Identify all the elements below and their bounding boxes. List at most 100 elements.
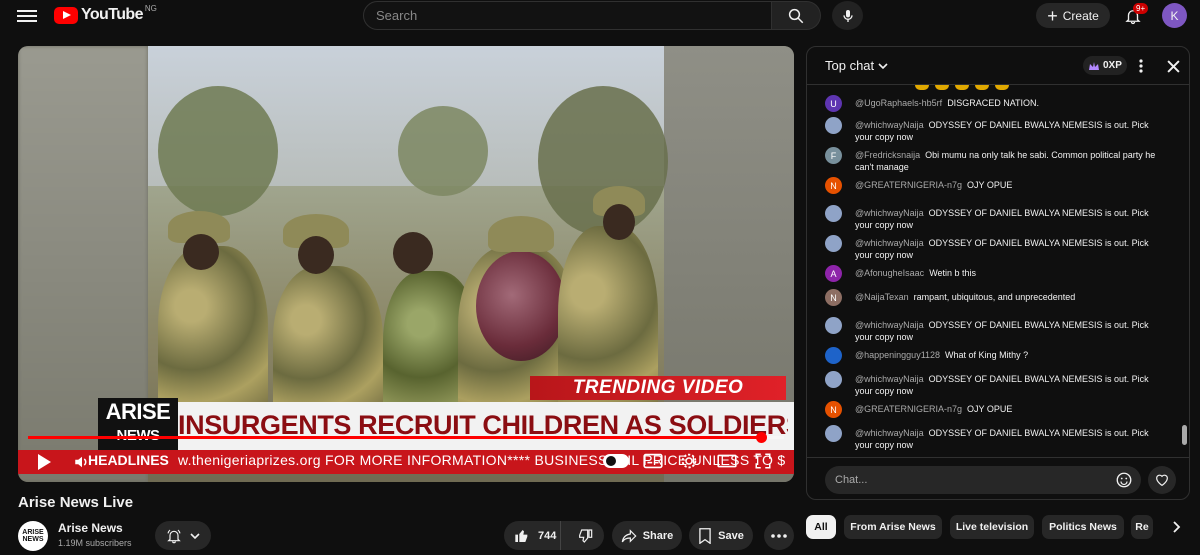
chat-author-name[interactable]: @AfonugheIsaac (855, 268, 924, 278)
chat-author-name[interactable]: @Fredricksnaija (855, 150, 920, 160)
plus-icon: + (1047, 5, 1058, 26)
gear-icon (681, 453, 697, 469)
chat-message-body: @Fredricksnaija Obi mumu na only talk he … (855, 147, 1165, 173)
chat-author-avatar[interactable]: A (825, 265, 842, 282)
chat-author-name[interactable]: @whichwayNaija (855, 120, 924, 130)
chat-author-name[interactable]: @whichwayNaija (855, 208, 924, 218)
arise-news-overlay-logo: ARISE NEWS (98, 398, 178, 450)
chat-message: @whichwayNaija ODYSSEY OF DANIEL BWALYA N… (825, 117, 1165, 143)
account-avatar[interactable]: K (1162, 3, 1187, 28)
trending-video-banner: TRENDING VIDEO (530, 376, 786, 400)
filter-chip[interactable]: Re (1131, 515, 1153, 539)
progress-bar[interactable] (28, 432, 784, 443)
notifications-button[interactable]: 9+ (1120, 3, 1149, 29)
menu-icon[interactable] (17, 7, 37, 25)
chat-author-name[interactable]: @whichwayNaija (855, 238, 924, 248)
subscription-notification-button[interactable] (155, 521, 211, 550)
volume-button[interactable] (70, 449, 94, 475)
chat-message: @whichwayNaija ODYSSEY OF DANIEL BWALYA N… (825, 235, 1165, 261)
chevron-down-icon (878, 62, 888, 69)
filter-chip[interactable]: Politics News (1042, 515, 1124, 539)
channel-logo-bottom: NEWS (22, 536, 44, 543)
subscriber-count: 1.19M subscribers (58, 538, 132, 548)
microphone-icon (842, 9, 853, 22)
chat-input-area (807, 457, 1189, 499)
chat-author-avatar[interactable]: N (825, 289, 842, 306)
like-button[interactable]: 744 (504, 521, 561, 550)
search-button[interactable] (772, 1, 821, 30)
chat-message-body: @whichwayNaija ODYSSEY OF DANIEL BWALYA N… (855, 317, 1165, 343)
chat-mode-selector[interactable]: Top chat (825, 58, 888, 73)
share-icon (621, 528, 637, 543)
dislike-button[interactable] (567, 521, 604, 550)
voice-search-button[interactable] (832, 1, 863, 30)
chat-author-avatar[interactable] (825, 347, 842, 364)
share-button[interactable]: Share (612, 521, 682, 550)
chat-author-name[interactable]: @UgoRaphaels-hb5rf (855, 98, 942, 108)
chat-close-button[interactable] (1162, 55, 1184, 77)
chat-message-text: What of King Mithy ? (945, 350, 1029, 360)
chat-author-name[interactable]: @whichwayNaija (855, 374, 924, 384)
chat-author-avatar[interactable]: N (825, 177, 842, 194)
chat-author-avatar[interactable] (825, 425, 842, 442)
chat-author-avatar[interactable]: F (825, 147, 842, 164)
theater-mode-button[interactable] (716, 450, 738, 472)
chat-message: N @NaijaTexan rampant, ubiquitous, and unp… (825, 289, 1165, 306)
filter-chip[interactable]: Live television (950, 515, 1034, 539)
chips-next-button[interactable] (1166, 515, 1186, 539)
channel-name[interactable]: Arise News (58, 521, 123, 535)
chat-author-avatar[interactable] (825, 371, 842, 388)
chat-author-name[interactable]: @GREATERNIGERIA-n7g (855, 404, 962, 414)
chat-author-avatar[interactable] (825, 205, 842, 222)
video-player[interactable]: TRENDING VIDEO ARISE NEWS INSURGENTS REC… (18, 46, 794, 482)
top-bar: YouTube NG + Create 9+ K (0, 0, 1200, 32)
chat-author-name[interactable]: @whichwayNaija (855, 428, 924, 438)
chat-author-name[interactable]: @NaijaTexan (855, 292, 909, 302)
save-label: Save (718, 529, 744, 542)
settings-button[interactable] (678, 450, 700, 472)
subtitles-button[interactable] (642, 450, 664, 472)
heart-reaction-button[interactable] (1148, 466, 1176, 494)
chat-message-body: @GREATERNIGERIA-n7g OJY OPUE (855, 177, 1165, 194)
bookmark-icon (699, 527, 711, 544)
chat-message-body: @UgoRaphaels-hb5rf DISGRACED NATION. (855, 95, 1165, 112)
chat-author-avatar[interactable] (825, 117, 842, 134)
chat-message-text: OJY OPUE (967, 404, 1013, 414)
chat-message: @happeningguy1128 What of King Mithy ? (825, 347, 1165, 364)
chat-input[interactable] (825, 466, 1141, 494)
chat-author-avatar[interactable]: N (825, 401, 842, 418)
create-button[interactable]: + Create (1036, 3, 1110, 28)
chat-scrollbar[interactable] (1182, 425, 1187, 445)
chat-message-text: Wetin b this (929, 268, 977, 278)
xp-badge[interactable]: 0XP (1083, 56, 1127, 75)
emoji-button[interactable] (1115, 471, 1133, 489)
chat-options-button[interactable] (1133, 55, 1149, 77)
save-button[interactable]: Save (689, 521, 753, 550)
theater-icon (717, 454, 737, 468)
chat-author-name[interactable]: @whichwayNaija (855, 320, 924, 330)
chat-message: U @UgoRaphaels-hb5rf DISGRACED NATION. (825, 95, 1165, 112)
chat-author-name[interactable]: @GREATERNIGERIA-n7g (855, 180, 962, 190)
emoji-reactions-strip (915, 85, 1009, 90)
logo-text: YouTube (81, 6, 143, 23)
chat-author-name[interactable]: @happeningguy1128 (855, 350, 940, 360)
chat-author-avatar[interactable] (825, 235, 842, 252)
chat-message: F @Fredricksnaija Obi mumu na only talk he… (825, 147, 1165, 173)
like-dislike-group: 744 (504, 521, 604, 550)
play-button[interactable] (32, 449, 56, 475)
chat-message-body: @happeningguy1128 What of King Mithy ? (855, 347, 1165, 364)
autoplay-toggle[interactable] (603, 454, 629, 468)
filter-chip[interactable]: From Arise News (844, 515, 942, 539)
notification-count-badge: 9+ (1133, 3, 1149, 14)
fullscreen-button[interactable] (752, 450, 774, 472)
filter-chip[interactable]: All (806, 515, 836, 539)
youtube-logo[interactable]: YouTube NG (54, 4, 157, 24)
thumbs-up-icon (515, 529, 528, 542)
chat-message-body: @NaijaTexan rampant, ubiquitous, and unpr… (855, 289, 1165, 306)
search-input[interactable] (363, 1, 772, 30)
chat-author-avatar[interactable] (825, 317, 842, 334)
chat-author-avatar[interactable]: U (825, 95, 842, 112)
more-actions-button[interactable] (764, 521, 794, 550)
channel-avatar[interactable]: ARISE NEWS (18, 521, 48, 551)
like-count: 744 (538, 529, 557, 542)
